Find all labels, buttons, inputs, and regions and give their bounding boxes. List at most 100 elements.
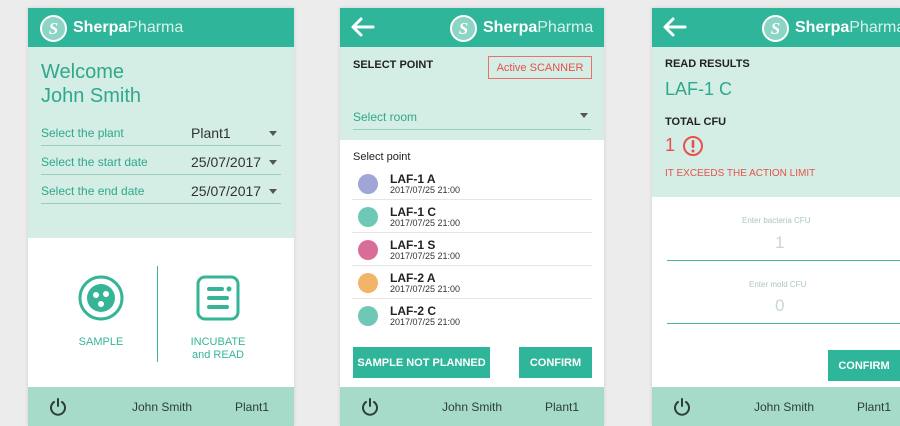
chevron-down-icon[interactable] <box>269 189 277 194</box>
point-color-dot <box>358 273 378 293</box>
home-screen: S SherpaPharma Welcome John Smith Select… <box>28 8 294 426</box>
list-item[interactable]: LAF-1 C 2017/07/25 21:00 <box>340 201 604 233</box>
brand-name-light: Pharma <box>127 19 184 36</box>
point-name: LAF-1 S <box>390 238 436 252</box>
end-date-label: Select the end date <box>41 184 145 198</box>
plant-select[interactable]: Plant1 <box>191 125 231 141</box>
back-arrow-icon[interactable] <box>350 16 376 38</box>
select-point-title: SELECT POINT <box>353 59 434 71</box>
total-cfu-value: 1 <box>665 135 676 155</box>
read-results-title: READ RESULTS <box>665 58 750 70</box>
incubate-label-line1: INCUBATE <box>190 336 246 348</box>
plant-label: Select the plant <box>41 126 124 140</box>
bacteria-field-line <box>667 260 900 261</box>
select-point-screen: S SherpaPharma SELECT POINT Active SCANN… <box>340 8 604 426</box>
bottom-bar: John Smith Plant1 <box>652 387 900 426</box>
petri-dish-icon <box>78 275 124 321</box>
brand-name-light: Pharma <box>849 19 900 36</box>
point-name: LAF-1 A <box>390 172 436 186</box>
app-logo: S SherpaPharma <box>762 14 900 42</box>
logo-icon: S <box>450 14 477 42</box>
points-list: LAF-1 A 2017/07/25 21:00 LAF-1 C 2017/07… <box>340 168 604 334</box>
alert-icon <box>683 136 703 156</box>
point-time: 2017/07/25 21:00 <box>390 185 461 195</box>
room-divider <box>353 129 591 130</box>
read-results-screen: S SherpaPharma READ RESULTS LAF-1 C TOTA… <box>652 8 900 426</box>
point-color-dot <box>358 306 378 326</box>
bacteria-cfu-label: Enter bacteria CFU <box>742 216 811 225</box>
footer-plant: Plant1 <box>857 400 892 414</box>
end-date-select[interactable]: 25/07/2017 <box>191 183 261 199</box>
point-time: 2017/07/25 21:00 <box>390 317 461 327</box>
action-limit-warning: IT EXCEEDS THE ACTION LIMIT <box>665 168 816 179</box>
confirm-button[interactable]: CONFIRM <box>828 350 900 381</box>
top-bar: S SherpaPharma <box>340 8 604 47</box>
footer-plant: Plant1 <box>235 400 270 414</box>
footer-user: John Smith <box>442 400 503 414</box>
point-color-dot <box>358 174 378 194</box>
points-title: Select point <box>353 151 411 163</box>
footer-user: John Smith <box>132 400 193 414</box>
app-logo: S SherpaPharma <box>40 14 183 42</box>
bacteria-cfu-input[interactable]: 1 <box>775 233 784 253</box>
total-cfu-label: TOTAL CFU <box>665 116 727 128</box>
point-time: 2017/07/25 21:00 <box>390 251 461 261</box>
power-icon[interactable] <box>361 398 379 416</box>
bottom-bar: John Smith Plant1 <box>28 387 294 426</box>
top-bar: S SherpaPharma <box>652 8 900 47</box>
brand-name-bold: Sherpa <box>73 19 128 36</box>
point-time: 2017/07/25 21:00 <box>390 284 461 294</box>
sample-not-planned-button[interactable]: SAMPLE NOT PLANNED <box>353 347 490 378</box>
back-arrow-icon[interactable] <box>662 16 688 38</box>
point-name: LAF-1 C <box>390 205 436 219</box>
list-item[interactable]: LAF-2 A 2017/07/25 21:00 <box>340 267 604 299</box>
start-date-select[interactable]: 25/07/2017 <box>191 154 261 170</box>
footer-plant: Plant1 <box>545 400 580 414</box>
start-date-divider <box>41 174 281 175</box>
chevron-down-icon[interactable] <box>269 160 277 165</box>
brand-name-light: Pharma <box>537 19 594 36</box>
chevron-down-icon[interactable] <box>580 113 588 118</box>
logo-icon: S <box>762 14 789 42</box>
incubate-read-button[interactable]: INCUBATE and READ <box>185 274 251 370</box>
logo-icon: S <box>40 14 67 42</box>
point-time: 2017/07/25 21:00 <box>390 218 461 228</box>
point-color-dot <box>358 207 378 227</box>
start-date-label: Select the start date <box>41 155 148 169</box>
sample-button[interactable]: SAMPLE <box>68 274 134 370</box>
brand-name-bold: Sherpa <box>483 19 538 36</box>
bottom-bar: John Smith Plant1 <box>340 387 604 426</box>
list-item[interactable]: LAF-1 A 2017/07/25 21:00 <box>340 168 604 200</box>
brand-name-bold: Sherpa <box>795 19 850 36</box>
mold-field-line <box>667 323 900 324</box>
room-panel: SELECT POINT Active SCANNER Select room <box>340 47 604 140</box>
top-bar: S SherpaPharma <box>28 8 294 47</box>
plant-divider <box>41 145 281 146</box>
point-name: LAF-2 C <box>390 304 436 318</box>
room-select[interactable]: Select room <box>353 110 417 124</box>
list-divider <box>352 298 592 299</box>
list-item[interactable]: LAF-1 S 2017/07/25 21:00 <box>340 234 604 266</box>
actions-divider <box>157 266 158 362</box>
mold-cfu-input[interactable]: 0 <box>775 296 784 316</box>
confirm-button[interactable]: CONFIRM <box>519 347 592 378</box>
list-item[interactable]: LAF-2 C 2017/07/25 21:00 <box>340 300 604 332</box>
list-divider <box>352 199 592 200</box>
active-scanner-button[interactable]: Active SCANNER <box>488 56 592 79</box>
incubator-icon <box>196 275 240 321</box>
chevron-down-icon[interactable] <box>269 131 277 136</box>
point-name: LAF-2 A <box>390 271 436 285</box>
mold-cfu-label: Enter mold CFU <box>749 280 807 289</box>
list-divider <box>352 232 592 233</box>
welcome-user: John Smith <box>41 85 142 107</box>
incubate-label-line2: and READ <box>192 349 244 361</box>
results-panel: READ RESULTS LAF-1 C TOTAL CFU 1 IT EXCE… <box>652 47 900 197</box>
end-date-divider <box>41 203 281 204</box>
power-icon[interactable] <box>49 398 67 416</box>
filters-panel: Welcome John Smith Select the plant Plan… <box>28 47 294 238</box>
app-logo: S SherpaPharma <box>450 14 593 42</box>
power-icon[interactable] <box>673 398 691 416</box>
sample-label: SAMPLE <box>78 336 124 348</box>
footer-user: John Smith <box>754 400 815 414</box>
welcome-title: Welcome <box>41 61 124 83</box>
